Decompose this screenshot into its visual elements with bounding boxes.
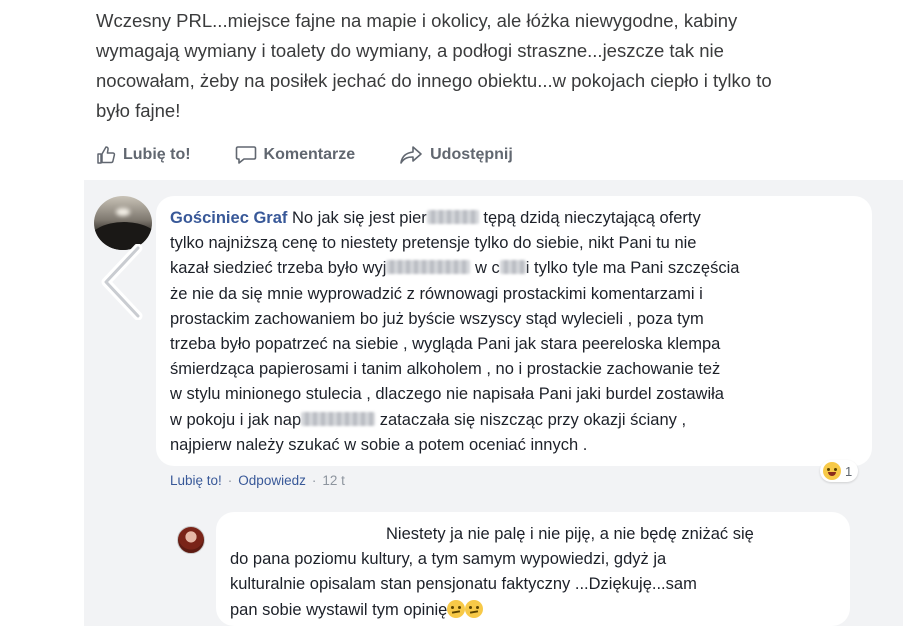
- share-label: Udostępnij: [430, 146, 513, 163]
- share-button[interactable]: Udostępnij: [399, 145, 513, 165]
- comment-line: śmierdząca papierosami i tanim alkoholem…: [170, 360, 721, 379]
- post-line: było fajne!: [96, 100, 181, 121]
- comment-text: w pokoju i jak nap: [170, 410, 302, 429]
- post-actions: Lubię to! Komentarze Udostępnij: [96, 140, 557, 170]
- post-line: Wczesny PRL...miejsce fajne na mapie i o…: [96, 10, 738, 31]
- redaction: [499, 260, 526, 275]
- comment-like-link[interactable]: Lubię to!: [170, 473, 222, 488]
- confused-emoji-icon: [465, 599, 484, 618]
- comment-icon: [235, 145, 257, 165]
- reply-text: pan sobie wystawil tym opinię: [230, 600, 448, 619]
- comment-line: w pokoju i jak nap zataczała się niszczą…: [170, 408, 858, 433]
- comment-line: Gościniec Graf No jak się jest pier tępą…: [170, 206, 858, 231]
- post-line: nocowałam, żeby na posiłek jechać do inn…: [96, 70, 772, 91]
- comment-timestamp[interactable]: 12 t: [322, 473, 345, 488]
- chevron-left-icon[interactable]: [98, 243, 146, 325]
- comment-author[interactable]: Gościniec Graf: [170, 209, 287, 227]
- comment-line: że nie da się mnie wyprowadzić z równowa…: [170, 284, 703, 303]
- like-button[interactable]: Lubię to!: [96, 145, 191, 165]
- reply-line: pan sobie wystawil tym opinię: [230, 598, 836, 623]
- comment-line: w stylu minionego stulecia , dlaczego ni…: [170, 385, 724, 404]
- comment-text: w c: [470, 259, 500, 278]
- comment-reply-link[interactable]: Odpowiedz: [238, 473, 306, 488]
- redaction: [426, 210, 479, 224]
- thumbs-up-icon: [96, 145, 116, 165]
- post-line: wymagają wymiany i toalety do wymiany, a…: [96, 40, 724, 61]
- reaction-badge[interactable]: 1: [820, 460, 859, 482]
- avatar[interactable]: [94, 196, 152, 250]
- reply-line: do pana poziomu kultury, a tym samym wyp…: [230, 550, 667, 569]
- comment-button[interactable]: Komentarze: [235, 145, 356, 165]
- comment-text: zataczała się niszcząc przy okazji ścian…: [375, 410, 687, 429]
- reply-bubble: Niestety ja nie palę i nie piję, a nie b…: [216, 512, 850, 626]
- avatar[interactable]: [177, 526, 205, 554]
- comment-text: i tylko tyle ma Pani szczęścia: [525, 259, 740, 278]
- comment-meta: Lubię to! · Odpowiedz · 12 t: [170, 473, 345, 488]
- redaction: [386, 260, 471, 275]
- confused-emoji-icon: [447, 599, 466, 618]
- reaction-count: 1: [845, 463, 853, 479]
- comment-line: najpierw należy szukać w sobie a potem o…: [170, 435, 588, 454]
- comment-line: trzeba było popatrzeć na siebie , wygląd…: [170, 335, 721, 354]
- comment-line: kazał siedzieć trzeba było wyj w c i tylk…: [170, 256, 858, 281]
- comment-text: kazał siedzieć trzeba było wyj: [170, 259, 387, 278]
- comment-label: Komentarze: [263, 146, 356, 163]
- like-label: Lubię to!: [123, 146, 191, 163]
- separator: ·: [311, 473, 317, 488]
- comment-text: tępą dzidą nieczytającą oferty: [478, 209, 701, 227]
- laughing-emoji-icon: [823, 462, 841, 480]
- share-icon: [399, 145, 423, 165]
- reply-line: Niestety ja nie palę i nie piję, a nie b…: [386, 525, 754, 543]
- comment-line: prostackim zachowaniem bo już byście wsz…: [170, 309, 704, 328]
- reply-line: kulturalnie opisalam stan pensjonatu fak…: [230, 575, 697, 594]
- comment-line: tylko najniższą cenę to niestety pretens…: [170, 234, 697, 253]
- comment-bubble: Gościniec Graf No jak się jest pier tępą…: [156, 196, 872, 466]
- separator: ·: [227, 473, 233, 488]
- post-text: Wczesny PRL...miejsce fajne na mapie i o…: [96, 6, 896, 126]
- redaction: [301, 411, 376, 426]
- comment-text: No jak się jest pier: [291, 209, 427, 227]
